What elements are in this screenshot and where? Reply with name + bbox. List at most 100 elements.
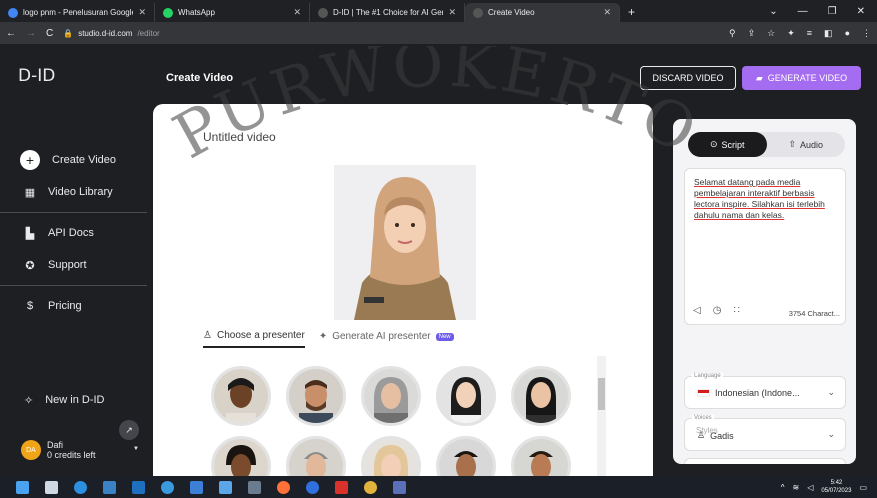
windows-start-icon[interactable] bbox=[16, 480, 29, 494]
script-panel: ⊙ Script ⇧ Audio Selamat datang pada med… bbox=[673, 119, 856, 464]
close-window-icon[interactable]: ✕ bbox=[857, 6, 865, 17]
sidebar-item-pricing[interactable]: $ Pricing bbox=[0, 290, 147, 322]
presenter-thumbnail[interactable] bbox=[286, 436, 346, 476]
editor-canvas: Untitled video ♙ Choose a presenter ✦ Ge… bbox=[153, 104, 653, 476]
browser-actions: ⚲ ⇪ ☆ ✦ ≡ ◧ ● ⋮ bbox=[729, 28, 871, 39]
video-title-input[interactable]: Untitled video bbox=[203, 130, 276, 144]
close-tab-icon[interactable]: ✕ bbox=[293, 7, 301, 18]
firefox-icon[interactable] bbox=[277, 480, 290, 494]
profile-icon[interactable]: ● bbox=[845, 28, 850, 39]
browser-tab[interactable]: WhatsApp ✕ bbox=[155, 3, 310, 22]
styles-select[interactable] bbox=[684, 458, 846, 464]
user-menu[interactable]: DA Dafi 0 credits left ▼ bbox=[21, 440, 139, 460]
mail-icon[interactable] bbox=[132, 480, 145, 494]
chevron-down-icon: ⌄ bbox=[827, 387, 835, 397]
app-logo[interactable]: D-ID bbox=[18, 66, 55, 86]
tab-audio[interactable]: ⇧ Audio bbox=[767, 132, 846, 157]
browser-tab-active[interactable]: Create Video ✕ bbox=[465, 3, 620, 22]
tab-search-icon[interactable]: ⌄ bbox=[769, 6, 777, 17]
tab-choose-presenter[interactable]: ♙ Choose a presenter bbox=[203, 330, 305, 348]
store-icon[interactable] bbox=[103, 480, 116, 494]
tab-generate-ai-presenter[interactable]: ✦ Generate AI presenter New bbox=[319, 330, 454, 348]
user-credits: 0 credits left bbox=[47, 450, 96, 460]
sidebar-item-support[interactable]: ✪ Support bbox=[0, 249, 147, 281]
styles-placeholder: Styles bbox=[696, 426, 718, 435]
url-host: studio.d-id.com bbox=[78, 28, 133, 38]
chrome-icon[interactable] bbox=[364, 480, 377, 494]
reload-icon[interactable]: C bbox=[46, 28, 53, 39]
timer-icon[interactable]: ◷ bbox=[713, 305, 722, 316]
divider bbox=[0, 285, 147, 286]
extensions-icon[interactable]: ✦ bbox=[787, 28, 795, 39]
network-icon[interactable]: ≋ bbox=[793, 483, 800, 492]
task-view-icon[interactable] bbox=[45, 480, 58, 494]
speaker-icon[interactable]: ◁ bbox=[693, 305, 701, 316]
sidebar-item-create-video[interactable]: + Create Video bbox=[0, 144, 147, 176]
presenter-thumbnail[interactable] bbox=[436, 436, 496, 476]
new-tab-icon[interactable]: + bbox=[620, 5, 643, 22]
presenter-thumbnail[interactable] bbox=[511, 366, 571, 426]
maximize-icon[interactable]: ❐ bbox=[828, 6, 837, 17]
tray-chevron-icon[interactable]: ^ bbox=[781, 483, 785, 492]
browser-tab-strip: logo pnm - Penelusuran Google ✕ WhatsApp… bbox=[0, 0, 877, 22]
discard-video-button[interactable]: DISCARD VIDEO bbox=[640, 66, 736, 90]
language-select[interactable]: Language Indonesian (Indone... ⌄ bbox=[684, 373, 846, 409]
tab-title: WhatsApp bbox=[178, 8, 215, 17]
sidebar-item-api-docs[interactable]: ▙ API Docs bbox=[0, 217, 147, 249]
share-page-icon[interactable]: ⇪ bbox=[748, 28, 756, 39]
pdf-icon[interactable] bbox=[335, 480, 348, 494]
presenter-scrollbar[interactable] bbox=[597, 356, 606, 476]
sidebar-item-video-library[interactable]: ▦ Video Library bbox=[0, 176, 147, 208]
volume-icon[interactable]: ◁ bbox=[807, 483, 813, 492]
video-icon: ▰ bbox=[755, 72, 763, 83]
app-icon[interactable] bbox=[306, 480, 319, 494]
divider bbox=[0, 212, 147, 213]
presenter-thumbnail[interactable] bbox=[511, 436, 571, 476]
notification-icon[interactable]: ▭ bbox=[859, 483, 867, 492]
browser-tab[interactable]: D-ID | The #1 Choice for AI Gene ✕ bbox=[310, 3, 465, 22]
lock-icon: 🔒 bbox=[63, 28, 74, 38]
photos-icon[interactable] bbox=[190, 480, 203, 494]
chevron-down-icon: ⌄ bbox=[827, 429, 835, 439]
script-text: Selamat datang pada media pembelajaran i… bbox=[694, 177, 825, 220]
presenter-thumbnail[interactable] bbox=[361, 436, 421, 476]
language-value-row: Indonesian (Indone... bbox=[697, 388, 800, 398]
calculator-icon[interactable] bbox=[248, 480, 261, 494]
side-panel-icon[interactable]: ◧ bbox=[824, 28, 833, 39]
minimize-icon[interactable]: — bbox=[798, 6, 808, 17]
did-favicon-icon bbox=[473, 7, 483, 18]
generate-video-button[interactable]: ▰ GENERATE VIDEO bbox=[742, 66, 861, 90]
scrollbar-thumb[interactable] bbox=[598, 378, 605, 410]
tab-label: Audio bbox=[800, 139, 824, 150]
close-tab-icon[interactable]: ✕ bbox=[448, 7, 456, 18]
address-bar[interactable]: 🔒 studio.d-id.com/editor bbox=[63, 29, 159, 38]
browser-icon[interactable] bbox=[161, 480, 174, 494]
close-tab-icon[interactable]: ✕ bbox=[138, 7, 146, 18]
share-icon[interactable]: ↗ bbox=[119, 420, 139, 440]
presenter-thumbnail[interactable] bbox=[211, 366, 271, 426]
bookmark-star-icon[interactable]: ☆ bbox=[767, 28, 775, 39]
clock[interactable]: 5:42 05/07/2023 bbox=[821, 479, 851, 495]
presenter-thumbnail[interactable] bbox=[361, 366, 421, 426]
pause-marker-icon[interactable]: ∷ bbox=[733, 305, 739, 316]
presenter-thumbnail[interactable] bbox=[286, 366, 346, 426]
new-in-did-link[interactable]: ✧ New in D-ID bbox=[24, 394, 105, 407]
sidebar-nav: + Create Video ▦ Video Library ▙ API Doc… bbox=[0, 144, 147, 322]
paint-icon[interactable] bbox=[219, 480, 232, 494]
character-count: 3754 Charact... bbox=[788, 309, 840, 318]
tab-script[interactable]: ⊙ Script bbox=[688, 132, 767, 157]
zoom-icon[interactable]: ⚲ bbox=[729, 28, 736, 39]
back-icon[interactable]: ← bbox=[6, 28, 16, 39]
close-tab-icon[interactable]: ✕ bbox=[603, 7, 611, 18]
edge-icon[interactable] bbox=[74, 480, 87, 494]
reading-list-icon[interactable]: ≡ bbox=[807, 28, 812, 39]
browser-tab[interactable]: logo pnm - Penelusuran Google ✕ bbox=[0, 3, 155, 22]
gallery-icon[interactable] bbox=[393, 480, 406, 494]
presenter-grid bbox=[211, 366, 581, 476]
forward-icon[interactable]: → bbox=[26, 28, 36, 39]
script-textarea[interactable]: Selamat datang pada media pembelajaran i… bbox=[684, 168, 846, 325]
presenter-thumbnail[interactable] bbox=[211, 436, 271, 476]
clock-time: 5:42 bbox=[830, 480, 843, 486]
presenter-thumbnail[interactable] bbox=[436, 366, 496, 426]
menu-icon[interactable]: ⋮ bbox=[862, 28, 871, 39]
